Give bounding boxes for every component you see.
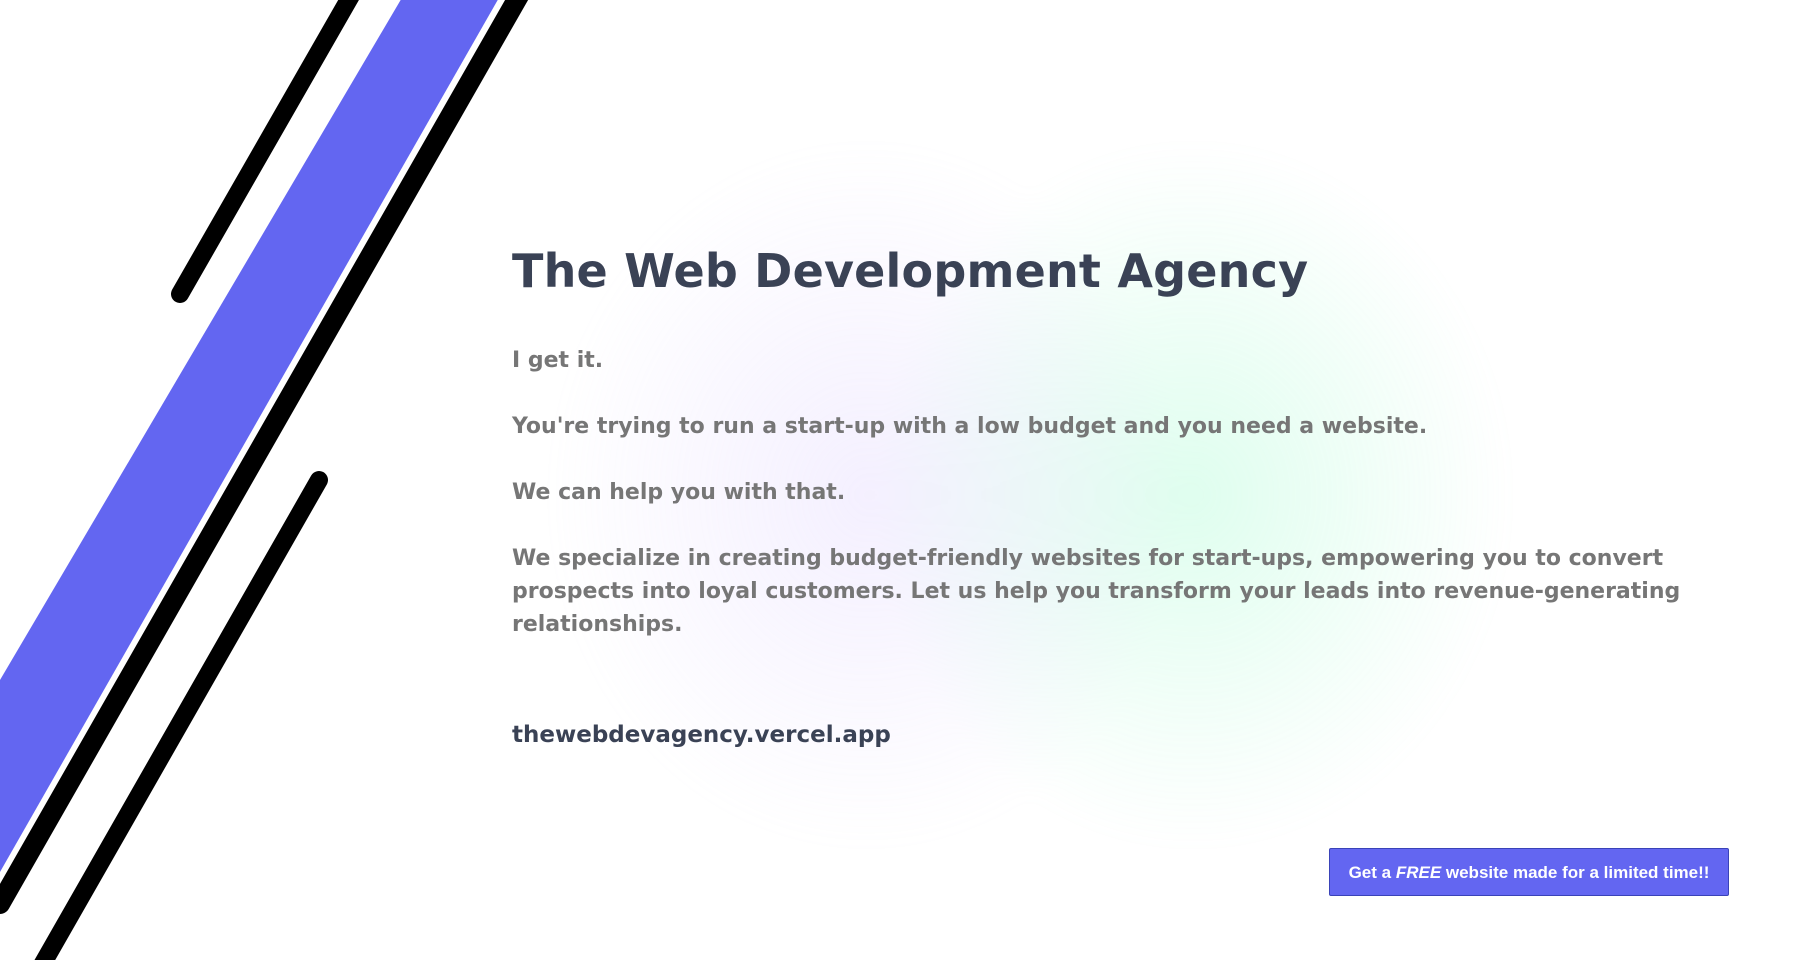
help-paragraph: We can help you with that. <box>512 480 846 505</box>
website-link[interactable]: thewebdevagency.vercel.app <box>512 720 891 750</box>
specialty-paragraph: We specialize in creating budget-friendl… <box>512 546 1681 637</box>
cta-free-emphasis: FREE <box>1395 863 1442 882</box>
intro-copy: I get it. You're trying to run a start-u… <box>512 344 1762 641</box>
page-title: The Web Development Agency <box>512 244 1309 298</box>
problem-paragraph: You're trying to run a start-up with a l… <box>512 414 1428 439</box>
landing-page: The Web Development Agency I get it. You… <box>0 0 1800 960</box>
cta-prefix: Get a <box>1348 863 1396 882</box>
stripe-group <box>0 0 529 960</box>
band-black-edge <box>0 0 529 914</box>
hero-content: The Web Development Agency I get it. You… <box>512 240 1762 750</box>
cta-suffix: website made for a limited time!! <box>1441 863 1710 882</box>
blue-diagonal-band <box>0 0 498 872</box>
free-website-button[interactable]: Get a FREE website made for a limited ti… <box>1329 848 1729 896</box>
intro-paragraph: I get it. <box>512 348 604 373</box>
